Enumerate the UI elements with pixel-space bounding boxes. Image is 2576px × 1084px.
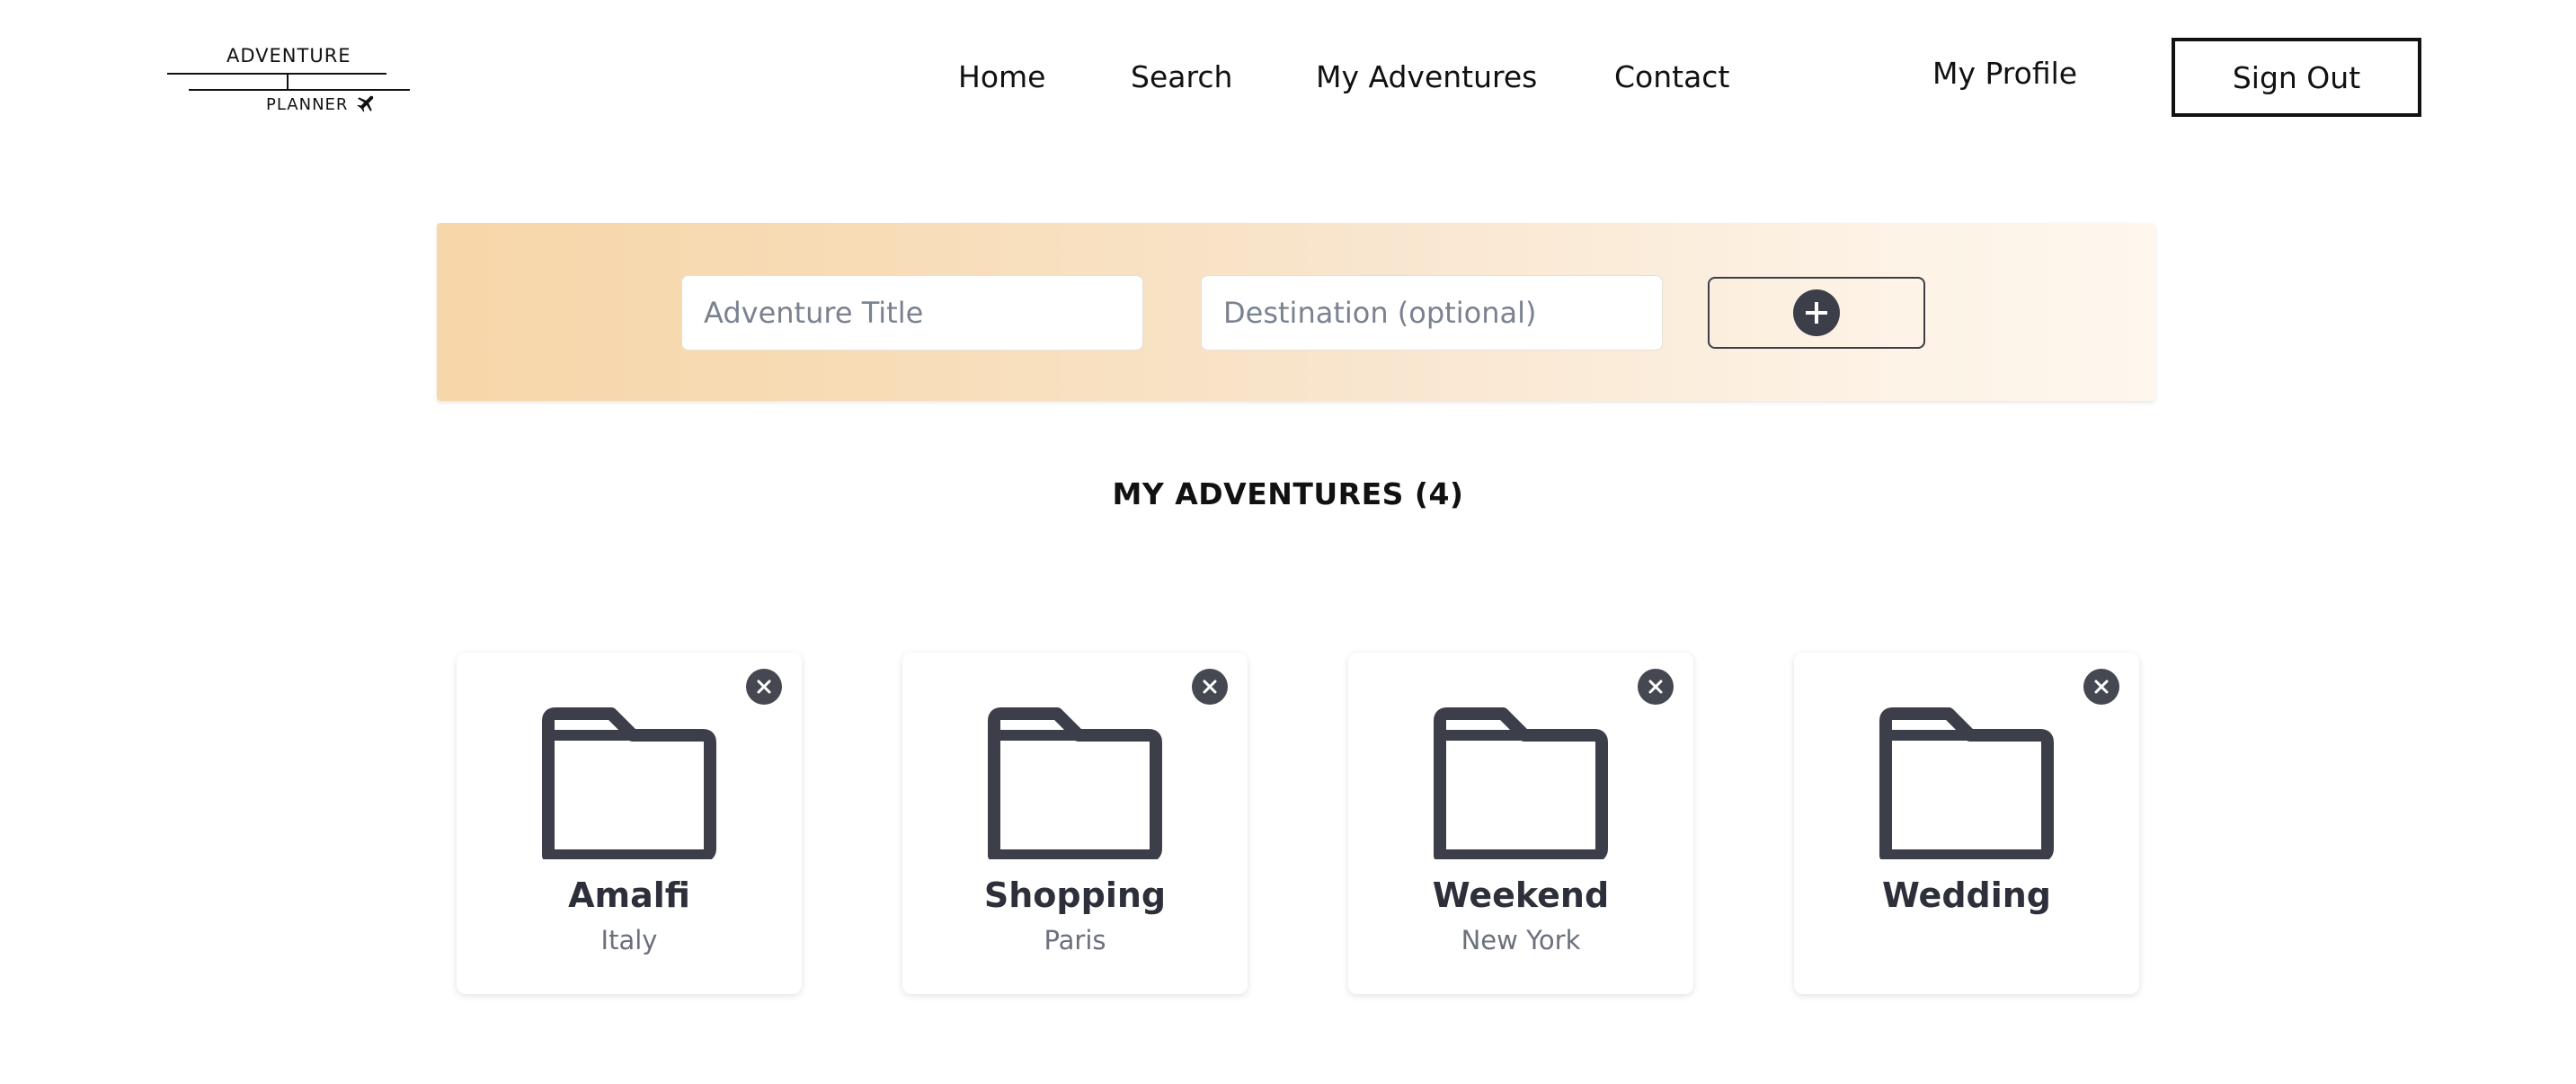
folder-icon — [542, 707, 716, 859]
logo-rule-top — [167, 73, 386, 75]
nav-my-profile[interactable]: My Profile — [1932, 56, 2077, 91]
sign-out-button[interactable]: Sign Out — [2172, 38, 2421, 117]
folder-icon — [988, 707, 1162, 859]
adventure-card[interactable]: Wedding — [1794, 653, 2139, 994]
plus-circle-icon — [1793, 289, 1840, 336]
close-icon — [1648, 680, 1663, 694]
adventure-title-input[interactable] — [681, 275, 1143, 351]
adventure-destination: Italy — [600, 925, 658, 955]
folder-icon — [1879, 707, 2054, 859]
close-icon — [757, 680, 771, 694]
nav-contact[interactable]: Contact — [1614, 59, 1729, 94]
folder-icon — [1434, 707, 1608, 859]
adventure-card-list: Amalfi Italy Shopping Paris Weekend New … — [457, 653, 2139, 994]
delete-adventure-button[interactable] — [1192, 669, 1228, 705]
nav-my-adventures[interactable]: My Adventures — [1316, 59, 1537, 94]
nav-home[interactable]: Home — [958, 59, 1045, 94]
adventure-destination: Paris — [1044, 925, 1106, 955]
my-adventures-heading: MY ADVENTURES (4) — [1112, 476, 1464, 511]
nav-search[interactable]: Search — [1131, 59, 1232, 94]
adventure-card[interactable]: Shopping Paris — [902, 653, 1248, 994]
logo-rule-bottom — [189, 89, 410, 91]
close-icon — [2094, 680, 2109, 694]
app-logo[interactable]: ADVENTURE PLANNER — [167, 40, 410, 117]
adventure-card[interactable]: Amalfi Italy — [457, 653, 802, 994]
logo-line-adventure: ADVENTURE — [227, 45, 351, 67]
airplane-icon — [357, 95, 374, 112]
plus-icon — [1806, 302, 1827, 324]
adventure-destination: New York — [1461, 925, 1581, 955]
adventure-title: Shopping — [983, 875, 1167, 915]
delete-adventure-button[interactable] — [746, 669, 782, 705]
add-adventure-panel — [437, 223, 2155, 401]
adventure-title: Amalfi — [568, 875, 690, 915]
add-adventure-button[interactable] — [1708, 277, 1925, 349]
adventure-card[interactable]: Weekend New York — [1348, 653, 1693, 994]
logo-line-planner: PLANNER — [266, 95, 349, 114]
destination-input[interactable] — [1201, 275, 1663, 351]
close-icon — [1203, 680, 1217, 694]
delete-adventure-button[interactable] — [1638, 669, 1674, 705]
adventure-title: Wedding — [1881, 875, 2051, 915]
delete-adventure-button[interactable] — [2083, 669, 2119, 705]
adventure-title: Weekend — [1432, 875, 1610, 915]
